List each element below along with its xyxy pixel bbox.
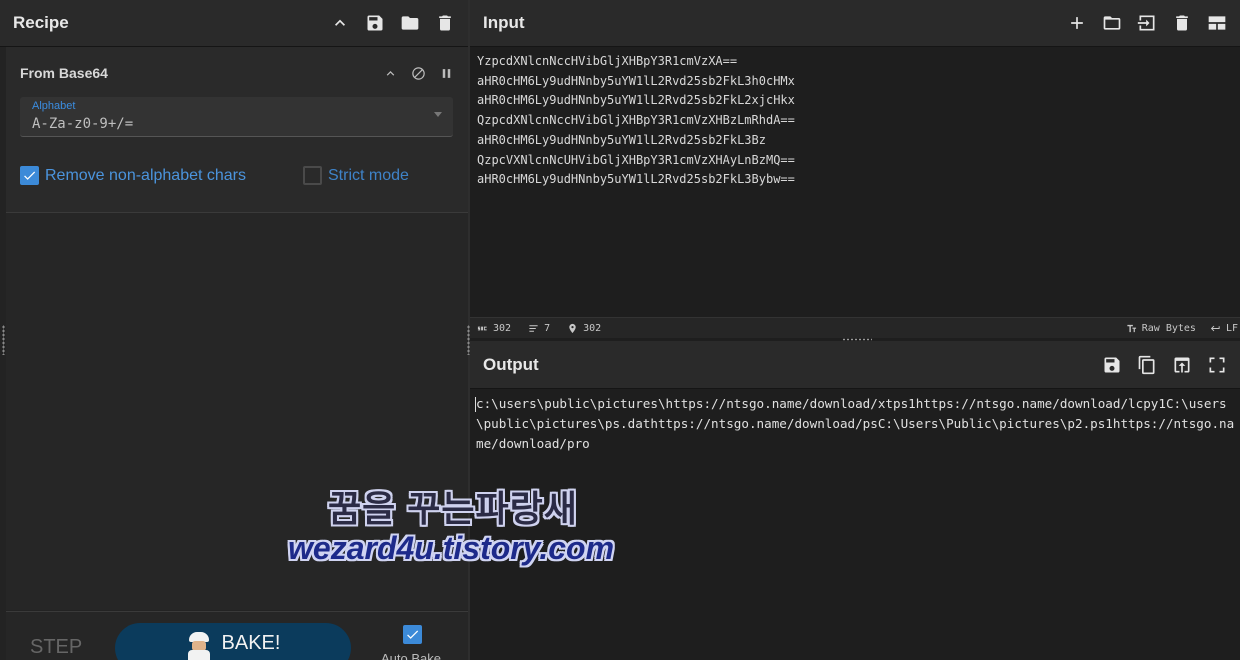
chef-icon	[186, 632, 212, 660]
controls-bar: STEP BAKE! Auto Bake	[6, 611, 468, 660]
input-line: QzpcVXNlcnNcUHVibGljXHBpY3R1cmVzXHAyLnBz…	[477, 152, 795, 167]
pause-icon[interactable]	[438, 65, 454, 81]
remove-nonalpha-label: Remove non-alphabet chars	[45, 166, 247, 184]
operation-from-base64[interactable]: From Base64 Alphabet A-Za-z0-9+/= Remove…	[6, 47, 468, 213]
location-icon	[569, 323, 576, 333]
input-line: aHR0cHM6Ly9udHNnby5uYW1lL2Rvd25sb2FkL2xj…	[477, 93, 795, 108]
alphabet-select[interactable]: Alphabet A-Za-z0-9+/=	[20, 97, 453, 137]
chevron-up-icon[interactable]	[382, 65, 398, 81]
input-textarea[interactable]: YzpcdXNlcnNccHVibGljXHBpY3R1cmVzXA== aHR0…	[477, 52, 1227, 190]
input-line: aHR0cHM6Ly9udHNnby5uYW1lL2Rvd25sb2FkL3h0…	[477, 73, 795, 88]
position-value: 302	[583, 322, 602, 334]
input-line: aHR0cHM6Ly9udHNnby5uYW1lL2Rvd25sb2FkL3By…	[477, 172, 795, 187]
trash-icon[interactable]	[434, 12, 456, 34]
text-format-icon	[1127, 324, 1136, 332]
return-icon	[1210, 325, 1220, 331]
output-header: Output	[470, 341, 1240, 389]
watermark-title: 꿈을 꾸는파랑새	[328, 488, 578, 529]
lines-icon	[529, 324, 538, 332]
eol-value: LF	[1225, 322, 1238, 334]
replace-input-icon[interactable]	[1171, 354, 1193, 376]
lines-stat: 7	[528, 323, 550, 334]
strict-mode-checkbox[interactable]: Strict mode	[303, 166, 409, 185]
operation-title: From Base64	[20, 65, 108, 81]
checkbox-unchecked-icon[interactable]	[303, 166, 322, 185]
encoding-select[interactable]: Raw Bytes	[1126, 323, 1196, 334]
recipe-header: Recipe	[0, 0, 468, 47]
strict-mode-label: Strict mode	[328, 166, 409, 184]
save-icon[interactable]	[1101, 354, 1123, 376]
recipe-title: Recipe	[13, 13, 69, 32]
length-stat: 302	[477, 323, 511, 334]
bake-label: BAKE!	[221, 632, 281, 654]
watermark: 꿈을 꾸는파랑새 wezard4u.tistory.com	[284, 478, 629, 574]
alphabet-value: A-Za-z0-9+/=	[32, 116, 134, 132]
plus-icon[interactable]	[1066, 12, 1088, 34]
caret-down-icon	[434, 112, 442, 117]
eol-select[interactable]: LF	[1210, 323, 1238, 334]
trash-icon[interactable]	[1171, 12, 1193, 34]
watermark-url: wezard4u.tistory.com	[288, 530, 615, 566]
input-line: aHR0cHM6Ly9udHNnby5uYW1lL2Rvd25sb2FkL3Bz	[477, 132, 766, 147]
input-line: QzpcdXNlcnNccHVibGljXHBpY3R1cmVzXHBzLmRh…	[477, 113, 795, 128]
alphabet-label: Alphabet	[32, 100, 76, 112]
maximize-icon[interactable]	[1206, 354, 1228, 376]
step-button[interactable]: STEP	[30, 636, 82, 659]
checkbox-checked-icon[interactable]	[20, 166, 39, 185]
position-stat: 302	[567, 323, 601, 334]
input-title: Input	[483, 13, 525, 32]
save-icon[interactable]	[364, 12, 386, 34]
encoding-value: Raw Bytes	[1141, 322, 1196, 334]
input-tab-icon[interactable]	[1136, 12, 1158, 34]
folder-icon[interactable]	[399, 12, 421, 34]
remove-nonalpha-checkbox[interactable]: Remove non-alphabet chars	[20, 166, 246, 185]
length-value: 302	[493, 322, 512, 334]
input-header: Input	[470, 0, 1240, 47]
disable-icon[interactable]	[410, 65, 426, 81]
auto-bake-label: Auto Bake	[381, 651, 441, 660]
copy-icon[interactable]	[1136, 354, 1158, 376]
output-title: Output	[483, 354, 539, 374]
output-textarea[interactable]: c:\users\public\pictures\https://ntsgo.n…	[476, 394, 1236, 454]
resize-handle-left[interactable]	[2, 325, 5, 355]
folder-icon[interactable]	[1101, 12, 1123, 34]
input-line: YzpcdXNlcnNccHVibGljXHBpY3R1cmVzXA==	[477, 54, 738, 68]
layout-icon[interactable]	[1206, 12, 1228, 34]
abc-icon	[477, 326, 487, 330]
lines-value: 7	[544, 322, 551, 334]
bake-button[interactable]: BAKE!	[115, 623, 351, 660]
chevron-up-icon[interactable]	[329, 12, 351, 34]
auto-bake-checkbox[interactable]	[403, 625, 422, 644]
input-status-bar: 302 7 302 Raw Bytes LF	[470, 317, 1240, 338]
